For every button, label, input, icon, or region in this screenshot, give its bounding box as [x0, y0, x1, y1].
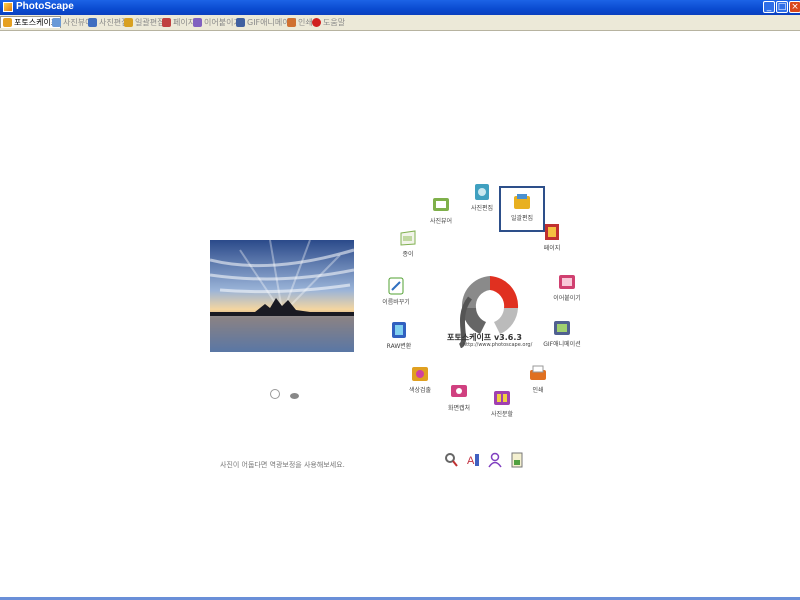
eye-icon[interactable]	[290, 393, 300, 399]
paper-icon	[398, 228, 418, 248]
app-icon	[3, 2, 13, 12]
user-icon[interactable]	[488, 452, 502, 468]
editor-icon	[472, 182, 492, 202]
page-icon	[162, 17, 171, 27]
screen-capture-icon	[449, 382, 469, 402]
combine-icon	[193, 17, 202, 27]
tip-text: 사진이 어둡다면 역광보정을 사용해보세요.	[220, 461, 345, 469]
viewer-icon	[52, 17, 61, 27]
home-icon	[3, 18, 12, 27]
help-icon	[312, 17, 321, 27]
tab-editor[interactable]: 사진편집	[88, 16, 128, 28]
menu-paper[interactable]: 종이	[378, 228, 438, 258]
tab-label: 인쇄	[298, 17, 313, 27]
menu-color-picker[interactable]: 색상검출	[390, 364, 450, 394]
gif-icon	[236, 17, 245, 27]
rename-icon	[386, 276, 406, 296]
tab-label: 도움말	[323, 17, 346, 27]
close-button[interactable]: ×	[789, 1, 800, 13]
sample-photo	[210, 240, 354, 352]
title-bar: PhotoScape _ □ ×	[0, 0, 800, 15]
bottom-toolbar: A	[444, 452, 524, 468]
tab-label: 페이지	[173, 17, 196, 27]
viewer-icon	[431, 195, 451, 215]
color-picker-icon	[410, 364, 430, 384]
refresh-icon[interactable]	[270, 389, 280, 399]
font-icon[interactable]: A	[466, 452, 480, 468]
document-icon[interactable]	[510, 452, 524, 468]
combine-icon	[557, 272, 577, 292]
print-icon	[287, 17, 296, 27]
tab-page[interactable]: 페이지	[162, 16, 195, 28]
menu-gif[interactable]: GIF애니메이션	[532, 318, 592, 348]
gif-icon	[552, 318, 572, 338]
tab-help[interactable]: 도움말	[312, 16, 345, 28]
raw-converter-icon	[389, 320, 409, 340]
tab-bar: 포토스케이프 사진뷰어 사진편집 일괄편집 페이지 이어붙이기 GIF애니메이션…	[0, 15, 800, 31]
window-title: PhotoScape	[16, 1, 74, 12]
page-icon	[542, 222, 562, 242]
photo-controls	[270, 384, 300, 403]
tab-print[interactable]: 인쇄	[287, 16, 313, 28]
menu-rename[interactable]: 이름바꾸기	[366, 276, 426, 306]
splitter-icon	[492, 388, 512, 408]
home-panel	[0, 31, 800, 597]
editor-icon	[88, 17, 97, 27]
print-icon	[528, 364, 548, 384]
tab-batch[interactable]: 일괄편집	[124, 16, 164, 28]
minimize-button[interactable]: _	[763, 1, 775, 13]
menu-combine[interactable]: 이어붙이기	[537, 272, 597, 302]
website-link[interactable]: http://www.photoscape.org/	[463, 342, 532, 348]
tab-viewer[interactable]: 사진뷰어	[52, 16, 92, 28]
batch-icon	[124, 17, 133, 27]
tab-label: 일괄편집	[135, 17, 165, 27]
menu-raw-converter[interactable]: RAW변환	[369, 320, 429, 350]
svg-text:A: A	[467, 455, 475, 467]
tools-icon[interactable]	[444, 452, 458, 468]
maximize-button[interactable]: □	[776, 1, 788, 13]
menu-page[interactable]: 페이지	[522, 222, 582, 252]
tab-combine[interactable]: 이어붙이기	[193, 16, 241, 28]
